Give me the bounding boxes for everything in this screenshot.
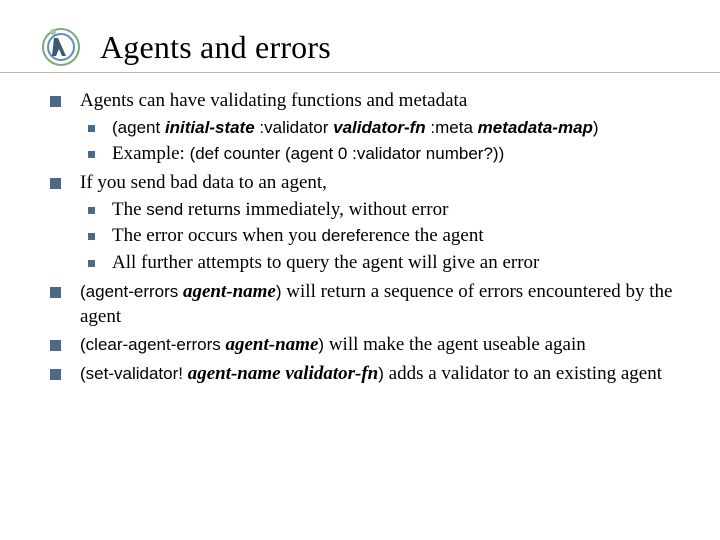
square-bullet-icon [50,96,61,107]
code-text: :meta [426,118,478,137]
code-text: deref [321,226,360,245]
code-text: :validator [255,118,333,137]
code-param: initial-state [165,118,255,137]
square-bullet-icon [50,340,61,351]
code-text: send [146,200,183,219]
item-text: will make the agent useable again [324,334,586,355]
list-item: Example: (def counter (agent 0 :validato… [80,142,698,167]
square-bullet-icon [50,178,61,189]
code-text: ) [593,118,599,137]
list-item: (set-validator! agent-name validator-fn)… [50,362,698,387]
square-bullet-icon [88,151,95,158]
square-bullet-icon [88,125,95,132]
code-param: agent-name [188,363,281,384]
item-text: All further attempts to query the agent … [112,252,539,273]
list-item: The error occurs when you dereference th… [80,224,698,249]
code-text: (agent [112,118,165,137]
lambda-logo-icon [40,26,82,68]
item-text: The [112,199,146,220]
item-text: returns immediately, without error [183,199,448,220]
slide-body: Agents can have validating functions and… [0,81,720,387]
list-item: All further attempts to query the agent … [80,251,698,276]
list-item: The send returns immediately, without er… [80,198,698,223]
list-item: (agent initial-state :validator validato… [80,116,698,141]
code-param: validator-fn [285,363,378,384]
code-param: metadata-map [478,118,593,137]
square-bullet-icon [88,260,95,267]
item-text: erence the agent [360,225,483,246]
item-text: Example: [112,143,190,164]
list-item: Agents can have validating functions and… [50,89,698,167]
list-item: (clear-agent-errors agent-name) will mak… [50,333,698,358]
code-param: agent-name [226,334,319,355]
code-text: (clear-agent-errors [80,335,226,354]
slide-title: Agents and errors [100,29,331,66]
code-text: (set-validator! [80,364,188,383]
square-bullet-icon [50,369,61,380]
item-text: The error occurs when you [112,225,321,246]
square-bullet-icon [50,287,61,298]
item-text: adds a validator to an existing agent [384,363,662,384]
code-text: (agent-errors [80,282,183,301]
square-bullet-icon [88,207,95,214]
list-item: (agent-errors agent-name) will return a … [50,280,698,329]
code-text: (def counter (agent 0 :validator number?… [190,144,505,163]
item-text: If you send bad data to an agent, [80,172,327,193]
list-item: If you send bad data to an agent, The se… [50,171,698,276]
slide-header: Agents and errors [0,0,720,73]
item-text: Agents can have validating functions and… [80,90,467,111]
code-param: agent-name [183,281,276,302]
square-bullet-icon [88,233,95,240]
code-param: validator-fn [333,118,426,137]
